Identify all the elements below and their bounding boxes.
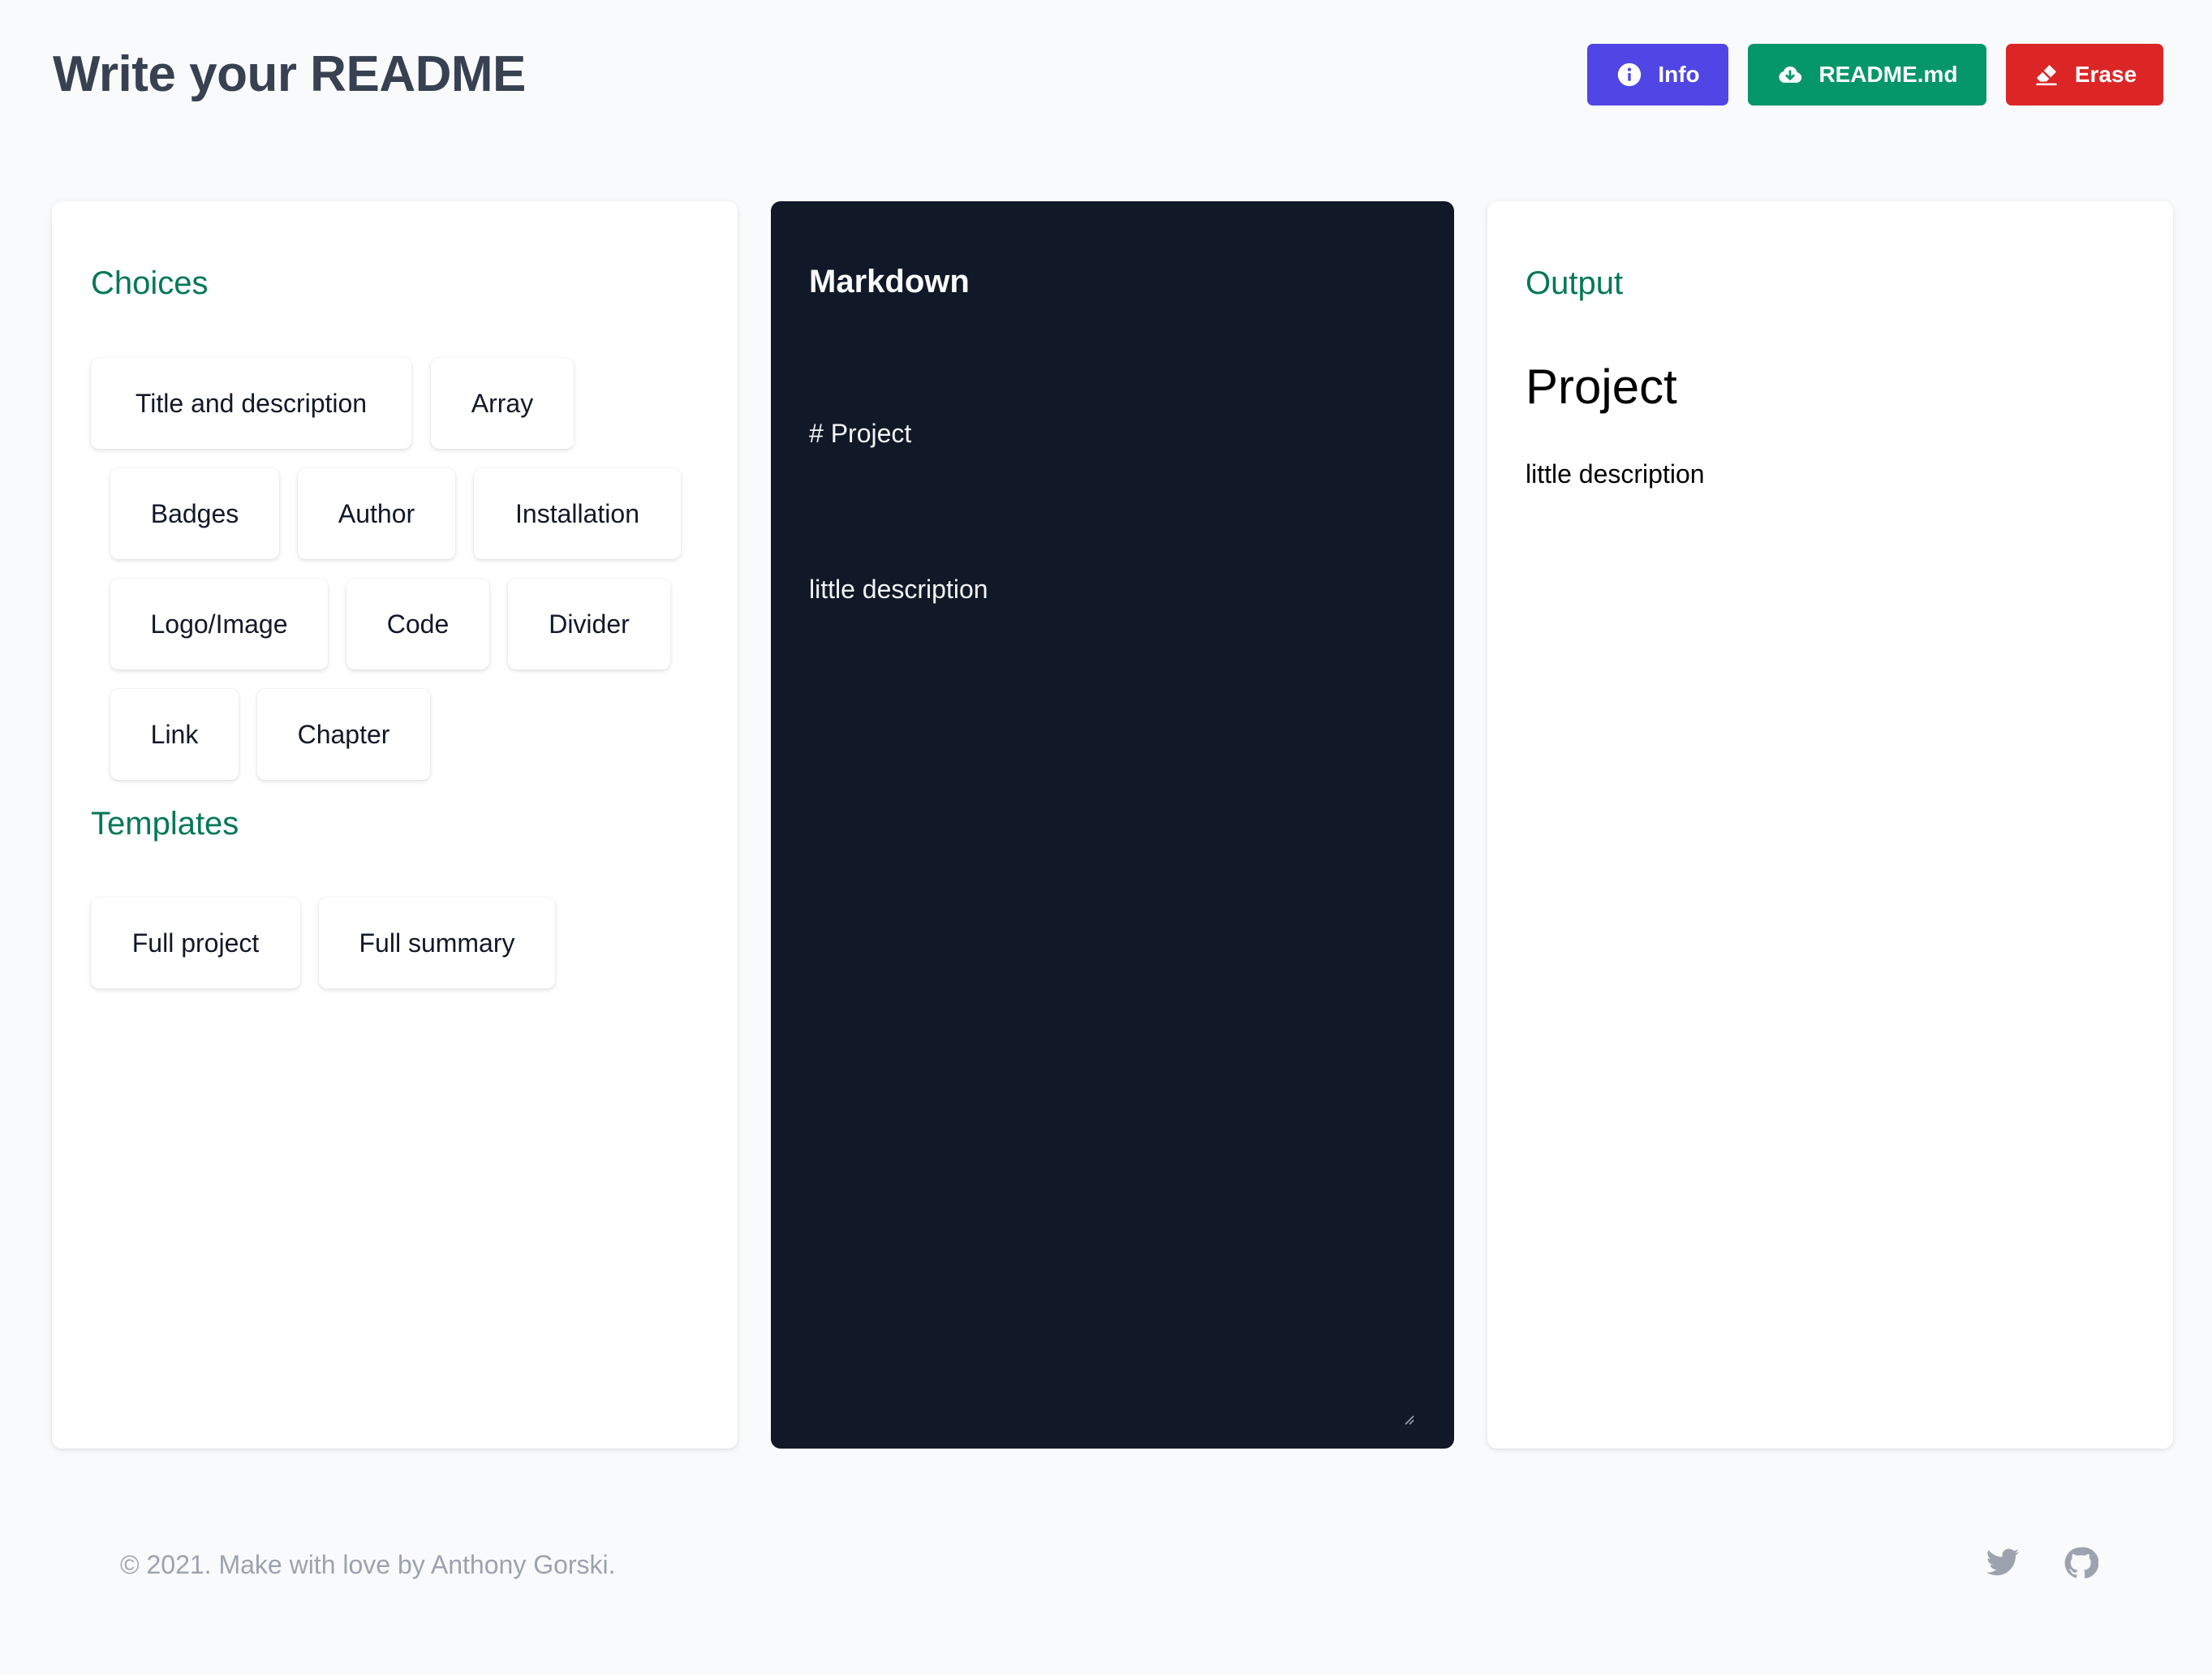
choices-title: Choices [91, 265, 209, 301]
info-button-label: Info [1658, 62, 1700, 87]
markdown-line: # Project [809, 419, 912, 448]
page-title: Write your README [53, 46, 526, 102]
info-icon [1616, 61, 1643, 88]
twitter-icon[interactable] [1985, 1545, 2020, 1581]
info-button[interactable]: Info [1587, 44, 1728, 105]
choices-panel: Choices Title and description Array Badg… [52, 201, 738, 1449]
templates-title: Templates [91, 806, 239, 842]
choice-installation[interactable]: Installation [474, 468, 681, 559]
erase-button[interactable]: Erase [2006, 44, 2163, 105]
template-full-project[interactable]: Full project [91, 898, 300, 988]
choice-divider[interactable]: Divider [508, 579, 670, 670]
choice-code[interactable]: Code [346, 579, 489, 670]
choice-logo-image[interactable]: Logo/Image [110, 579, 328, 670]
markdown-title: Markdown [809, 264, 970, 299]
markdown-panel: Markdown # Project little description [771, 201, 1454, 1449]
markdown-editor[interactable]: # Project little description [809, 336, 1418, 1407]
resize-handle-icon[interactable] [1401, 1411, 1415, 1426]
erase-button-label: Erase [2074, 62, 2137, 87]
output-paragraph: little description [1526, 459, 1705, 489]
output-panel: Output Project little description [1487, 201, 2173, 1449]
output-heading: Project [1526, 360, 1677, 414]
choice-link[interactable]: Link [110, 689, 239, 780]
github-icon[interactable] [2063, 1545, 2098, 1581]
output-title: Output [1526, 265, 1624, 301]
choice-array[interactable]: Array [431, 358, 574, 449]
readme-button-label: README.md [1818, 62, 1958, 87]
choice-author[interactable]: Author [298, 468, 455, 559]
choice-badges[interactable]: Badges [110, 468, 279, 559]
eraser-icon [2033, 61, 2060, 88]
footer-social-links [1985, 1545, 2098, 1581]
markdown-line: little description [809, 575, 988, 604]
choice-title-and-description[interactable]: Title and description [91, 358, 411, 449]
header-actions: Info README.md Erase [1587, 44, 2163, 105]
download-readme-button[interactable]: README.md [1748, 44, 1986, 105]
template-full-summary[interactable]: Full summary [319, 898, 555, 988]
footer-copyright: © 2021. Make with love by Anthony Gorski… [120, 1550, 616, 1579]
cloud-download-icon [1776, 61, 1804, 88]
choice-chapter[interactable]: Chapter [257, 689, 430, 780]
